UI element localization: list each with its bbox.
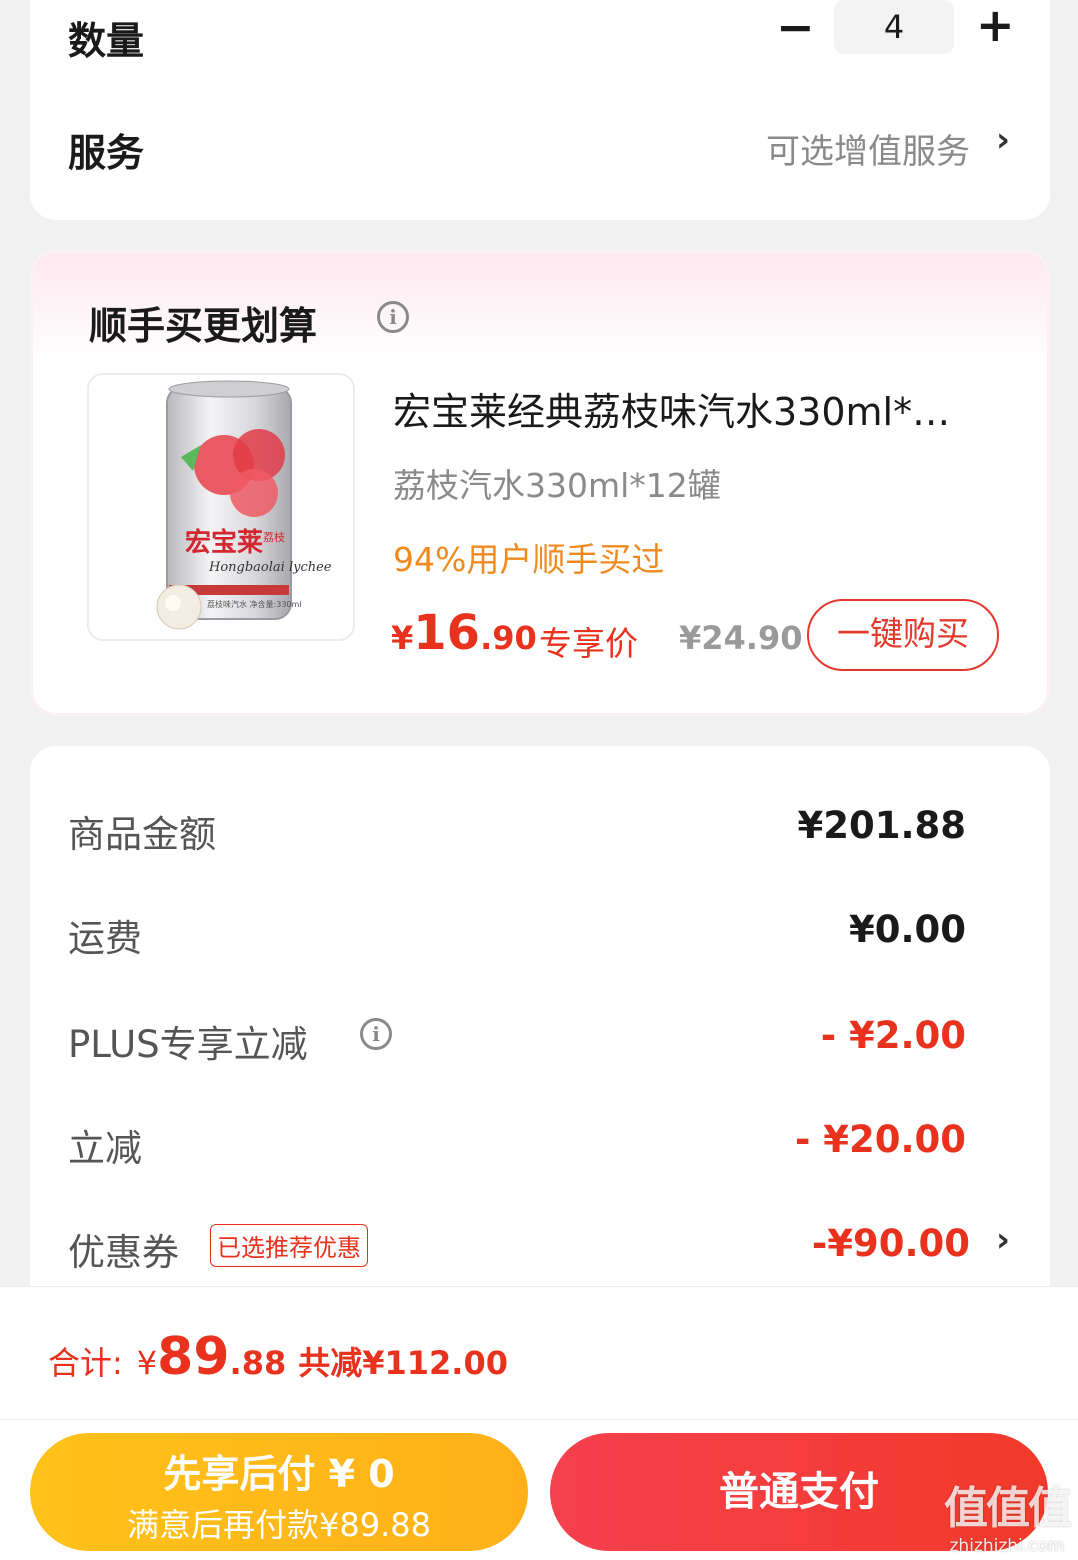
goods-amount-value: ¥201.88 [797,804,966,847]
coupon-value[interactable]: -¥90.00 [812,1222,970,1265]
shipping-value: ¥0.00 [848,908,966,951]
total-integer: 89 [157,1327,230,1387]
quantity-label: 数量 [68,19,145,63]
product-image[interactable]: 宏宝莱 荔枝 Hongbaolai lychee 荔枝味汽水 净含量:330ml [87,373,355,641]
recommendation-title: 顺手买更划算 [89,304,318,348]
product-spec: 荔枝汽水330ml*12罐 [393,466,721,505]
can-bottom-text: 荔枝味汽水 净含量:330ml [207,599,302,609]
product-title[interactable]: 宏宝莱经典荔枝味汽水330ml*… [393,381,1003,436]
info-icon[interactable]: i [360,1018,392,1050]
shipping-label: 运费 [68,917,142,960]
product-price: ¥16.90 [391,605,537,661]
checkout-bar: 合计: ¥89.88 共减¥112.00 先享后付 ¥ 0 满意后再付款¥89.88… [0,1286,1078,1560]
instant-discount-value: - ¥20.00 [794,1118,966,1161]
product-popularity-note: 94%用户顺手买过 [393,540,665,579]
watermark: 值值值 zhizhizhi.com [944,1472,1072,1556]
price-integer: 16 [413,605,481,661]
pay-later-subtitle: 满意后再付款¥89.88 [127,1506,431,1544]
quantity-minus-button[interactable]: − [776,4,815,50]
total-summary: 合计: ¥89.88 共减¥112.00 [48,1327,508,1387]
watermark-logo: 值值值 [944,1483,1072,1534]
watermark-url: zhizhizhi.com [949,1536,1065,1556]
instant-discount-label: 立减 [68,1127,142,1170]
service-label: 服务 [68,131,145,175]
coupon-selected-badge: 已选推荐优惠 [210,1224,368,1267]
plus-discount-value: - ¥2.00 [820,1014,966,1057]
pay-later-title: 先享后付 ¥ 0 [163,1452,395,1496]
can-script-text: Hongbaolai lychee [208,560,332,575]
price-currency: ¥ [391,619,414,657]
can-brand-text: 宏宝莱 [185,527,263,558]
coupon-label: 优惠券 [68,1231,179,1274]
price-breakdown-card: 商品金额 ¥201.88 运费 ¥0.00 PLUS专享立减 i - ¥2.00… [30,746,1050,1286]
exclusive-price-tag: 专享价 [539,624,638,663]
goods-amount-label: 商品金额 [68,813,216,856]
can-brand-small-text: 荔枝 [263,530,285,544]
price-decimal: .90 [480,619,537,657]
divider [0,1419,1078,1420]
total-label: 合计: [48,1344,123,1382]
one-click-buy-button[interactable]: 一键购买 [807,599,999,671]
total-decimal: .88 [229,1344,287,1382]
info-icon[interactable]: i [377,301,409,333]
chevron-right-icon[interactable]: › [996,1220,1010,1260]
order-options-card: 数量 − 4 + 服务 可选增值服务 › [30,0,1050,220]
quantity-plus-button[interactable]: + [976,2,1015,48]
quantity-input[interactable]: 4 [834,0,954,54]
original-price: ¥24.90 [679,619,803,657]
total-saved: 共减¥112.00 [298,1344,508,1382]
service-option-link[interactable]: 可选增值服务 [766,124,970,173]
pay-later-button[interactable]: 先享后付 ¥ 0 满意后再付款¥89.88 [30,1433,528,1551]
chevron-right-icon[interactable]: › [996,120,1010,160]
total-currency: ¥ [136,1344,158,1382]
recommendation-card: 顺手买更划算 i 宏宝莱 荔枝 Hongbaolai lychee 荔枝味汽水 [30,250,1050,716]
plus-discount-label: PLUS专享立减 [68,1023,308,1066]
soda-can-image: 宏宝莱 荔枝 Hongbaolai lychee 荔枝味汽水 净含量:330ml [156,380,332,630]
